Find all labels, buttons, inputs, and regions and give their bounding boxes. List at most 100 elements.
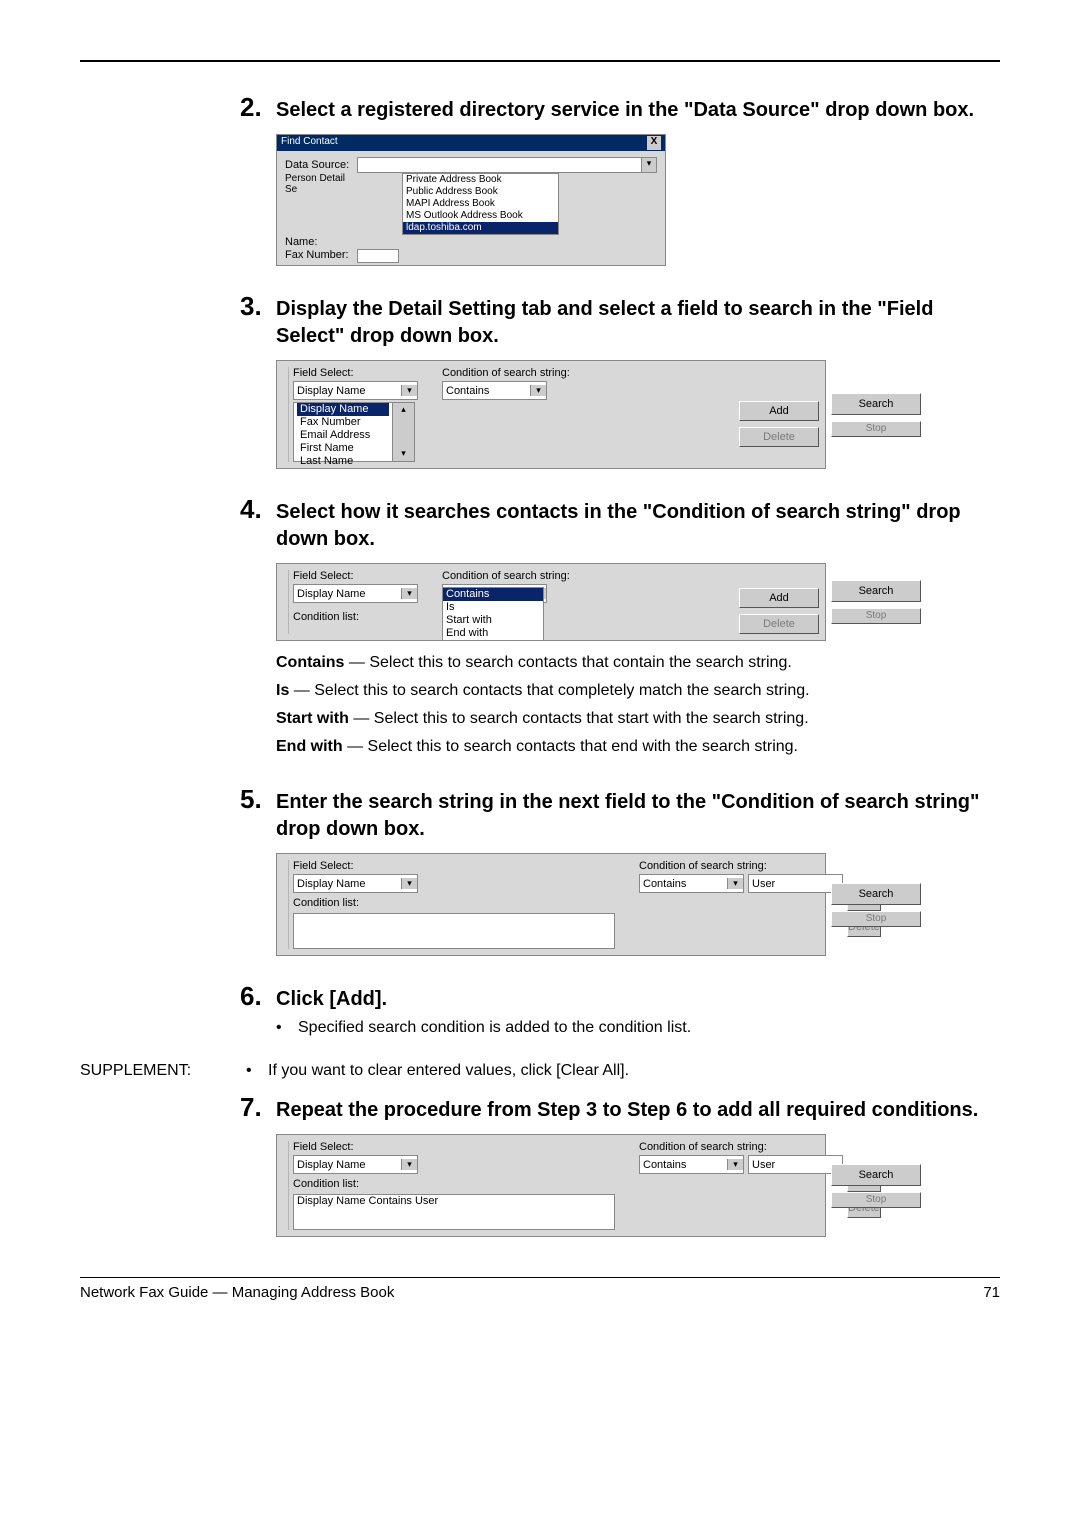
chevron-down-icon[interactable]: ▾ [401, 588, 417, 599]
def-is-text: — Select this to search contacts that co… [289, 682, 809, 699]
supplement-label: SUPPLEMENT: [80, 1062, 246, 1080]
delete-button[interactable]: Delete [739, 427, 819, 447]
stop-button[interactable]: Stop [831, 608, 921, 624]
opt-email[interactable]: Email Address [297, 429, 389, 442]
step-6: 6. Click [Add]. • Specified search condi… [240, 981, 980, 1037]
stop-button[interactable]: Stop [831, 421, 921, 437]
data-source-label: Data Source: [285, 159, 357, 171]
step-4-title: Select how it searches contacts in the "… [276, 499, 980, 553]
def-end-text: — Select this to search contacts that en… [343, 738, 798, 755]
cond-label: Condition of search string: [639, 1141, 843, 1153]
field-select-combo[interactable]: Display Name▾ [293, 584, 418, 603]
def-is: Is [276, 682, 289, 699]
step-2: 2. Select a registered directory service… [240, 92, 980, 266]
opt-displayname[interactable]: Display Name [297, 403, 389, 416]
field-select-combo[interactable]: Display Name▾ [293, 381, 418, 400]
opt-fax[interactable]: Fax Number [297, 416, 389, 429]
stop-button[interactable]: Stop [831, 911, 921, 927]
chevron-down-icon[interactable]: ▾ [401, 1159, 417, 1170]
step-6-title: Click [Add]. [276, 986, 387, 1013]
step-3-title: Display the Detail Setting tab and selec… [276, 296, 980, 350]
fig-repeat: Field Select: Display Name▾ Condition li… [276, 1134, 826, 1237]
field-select-list[interactable]: Display Name Fax Number Email Address Fi… [293, 402, 415, 462]
field-select-label: Field Select: [293, 367, 418, 379]
cond-combo[interactable]: Contains▾ [639, 874, 744, 893]
fig-field-select: Field Select: Display Name▾ Display Name… [276, 360, 826, 469]
field-select-label: Field Select: [293, 570, 418, 582]
opt-outlook[interactable]: MS Outlook Address Book [403, 210, 558, 222]
step-5-num: 5. [240, 784, 276, 815]
name-label: Name: [285, 236, 357, 248]
search-button[interactable]: Search [831, 393, 921, 415]
opt-mapi[interactable]: MAPI Address Book [403, 198, 558, 210]
def-contains-text: — Select this to search contacts that co… [344, 654, 791, 671]
opt-private[interactable]: Private Address Book [403, 174, 558, 186]
opt-last[interactable]: Last Name [297, 455, 389, 468]
footer-left: Network Fax Guide — Managing Address Boo… [80, 1284, 394, 1301]
search-button[interactable]: Search [831, 883, 921, 905]
step-7: 7. Repeat the procedure from Step 3 to S… [240, 1092, 980, 1237]
chevron-down-icon[interactable]: ▾ [727, 878, 743, 889]
def-start: Start with [276, 710, 349, 727]
opt-public[interactable]: Public Address Book [403, 186, 558, 198]
step-3-num: 3. [240, 291, 276, 322]
stop-button[interactable]: Stop [831, 1192, 921, 1208]
opt-first[interactable]: First Name [297, 442, 389, 455]
fax-label: Fax Number: [285, 249, 357, 263]
add-button[interactable]: Add [739, 588, 819, 608]
cond-label: Condition of search string: [639, 860, 843, 872]
delete-button[interactable]: Delete [739, 614, 819, 634]
step-2-num: 2. [240, 92, 276, 123]
step-7-num: 7. [240, 1092, 276, 1123]
field-select-combo[interactable]: Display Name▾ [293, 874, 418, 893]
step-4-num: 4. [240, 494, 276, 525]
cond-label: Condition of search string: [442, 570, 570, 582]
fig2-title: Find Contact [281, 136, 338, 150]
condition-list[interactable] [293, 913, 615, 949]
fax-field[interactable] [357, 249, 399, 263]
search-string-input[interactable]: User [748, 1155, 843, 1174]
data-source-options[interactable]: Private Address Book Public Address Book… [402, 173, 559, 235]
close-icon[interactable]: X [647, 136, 661, 150]
opt-endwith[interactable]: End with [443, 627, 543, 640]
opt-startwith[interactable]: Start with [443, 614, 543, 627]
chevron-down-icon[interactable]: ▾ [530, 385, 546, 396]
search-string-input[interactable]: User [748, 874, 843, 893]
step-6-num: 6. [240, 981, 276, 1012]
cond-label: Condition of search string: [442, 367, 570, 379]
step-7-title: Repeat the procedure from Step 3 to Step… [276, 1097, 978, 1124]
chevron-down-icon[interactable]: ▾ [401, 878, 417, 889]
search-button[interactable]: Search [831, 580, 921, 602]
condition-item[interactable]: Display Name Contains User [294, 1195, 614, 1208]
footer-right: 71 [983, 1284, 1000, 1301]
fig2-tabs: Person Detail Se [285, 173, 357, 235]
step-6-text: Specified search condition is added to t… [298, 1019, 691, 1037]
opt-is[interactable]: Is [443, 601, 543, 614]
chevron-down-icon[interactable]: ▾ [401, 385, 417, 396]
step-2-title: Select a registered directory service in… [276, 97, 974, 124]
fig-condition: Field Select: Display Name▾ Condition li… [276, 563, 826, 641]
scroll-down-icon[interactable]: ▾ [396, 447, 411, 461]
step-4: 4. Select how it searches contacts in th… [240, 494, 980, 759]
def-start-text: — Select this to search contacts that st… [349, 710, 809, 727]
search-button[interactable]: Search [831, 1164, 921, 1186]
footer: Network Fax Guide — Managing Address Boo… [80, 1277, 1000, 1301]
opt-contains[interactable]: Contains [443, 588, 543, 601]
step-5: 5. Enter the search string in the next f… [240, 784, 980, 956]
condition-list[interactable]: Display Name Contains User [293, 1194, 615, 1230]
chevron-down-icon[interactable]: ▾ [641, 158, 656, 172]
chevron-down-icon[interactable]: ▾ [727, 1159, 743, 1170]
cond-dropdown[interactable]: Contains Is Start with End with [442, 587, 544, 641]
top-rule [80, 60, 1000, 62]
field-select-label: Field Select: [293, 1141, 615, 1153]
step-3: 3. Display the Detail Setting tab and se… [240, 291, 980, 469]
cond-combo[interactable]: Contains▾ [639, 1155, 744, 1174]
scroll-up-icon[interactable]: ▴ [396, 403, 411, 417]
opt-ldap[interactable]: ldap.toshiba.com [403, 222, 558, 234]
supplement: SUPPLEMENT: • If you want to clear enter… [80, 1062, 1000, 1080]
fig-search-string: Field Select: Display Name▾ Condition li… [276, 853, 826, 956]
field-select-combo[interactable]: Display Name▾ [293, 1155, 418, 1174]
cond-combo[interactable]: Contains▾ [442, 381, 547, 400]
data-source-combo[interactable]: ▾ [357, 157, 657, 173]
add-button[interactable]: Add [739, 401, 819, 421]
